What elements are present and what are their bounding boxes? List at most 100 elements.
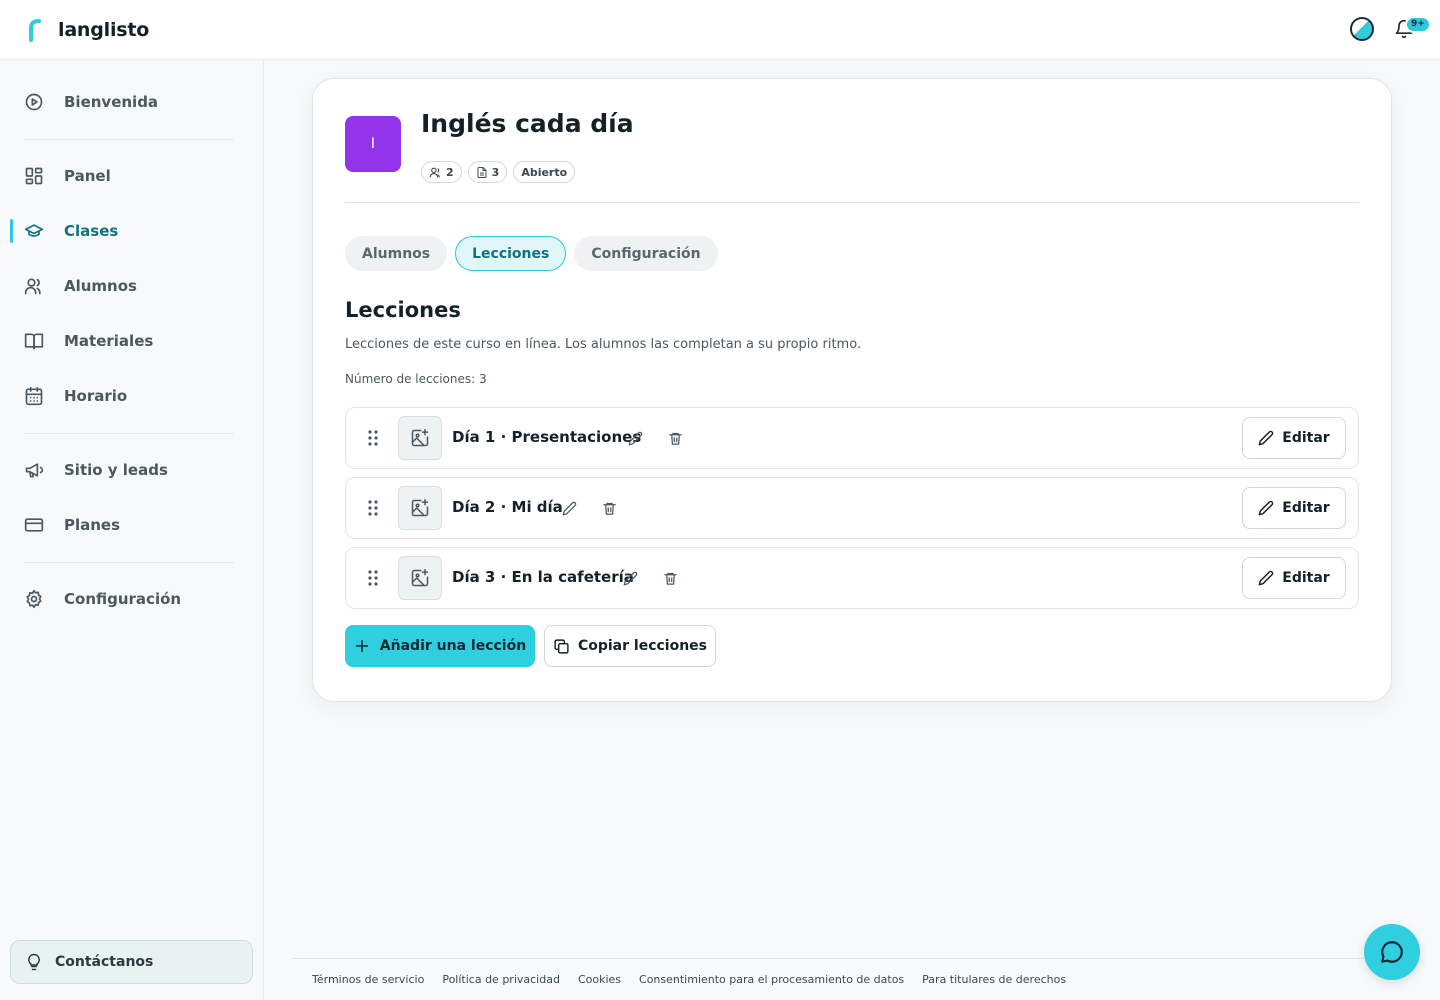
brand-name: langlisto [58, 18, 150, 41]
lesson-image-placeholder[interactable] [398, 556, 442, 600]
edit-lesson-button[interactable]: Editar [1242, 557, 1346, 599]
students-count: 2 [446, 165, 454, 179]
play-circle-icon [24, 92, 44, 112]
image-add-icon [411, 498, 429, 517]
status-badge: Abierto [513, 161, 576, 183]
megaphone-icon [24, 460, 44, 480]
trash-icon[interactable] [661, 569, 679, 587]
user-avatar[interactable] [1350, 17, 1374, 41]
pencil-icon[interactable] [560, 499, 578, 517]
lesson-image-placeholder[interactable] [398, 486, 442, 530]
copy-icon [554, 638, 569, 654]
edit-label: Editar [1282, 500, 1330, 516]
sidebar-item-label: Bienvenida [64, 93, 159, 111]
lessons-count-chip: 3 [467, 161, 508, 183]
lesson-count: Número de lecciones: 3 [345, 372, 487, 386]
users-icon [429, 167, 440, 177]
sidebar-divider [24, 139, 234, 140]
edit-lesson-button[interactable]: Editar [1242, 417, 1346, 459]
sidebar-item-configuracion[interactable]: Configuración [0, 579, 263, 619]
footer-link-privacy[interactable]: Política de privacidad [442, 973, 560, 986]
credit-card-icon [24, 515, 44, 535]
sidebar-divider [24, 433, 234, 434]
pencil-icon[interactable] [626, 429, 644, 447]
sidebar-item-label: Planes [64, 516, 121, 534]
users-icon [24, 276, 44, 296]
class-stats: 2 3 Abierto [421, 161, 576, 183]
sidebar-item-bienvenida[interactable]: Bienvenida [0, 82, 263, 122]
section-title: Lecciones [345, 298, 461, 322]
sidebar-item-label: Horario [64, 387, 128, 405]
footer-link-data-consent[interactable]: Consentimiento para el procesamiento de … [639, 973, 904, 986]
sidebar-item-panel[interactable]: Panel [0, 156, 263, 196]
add-lesson-label: Añadir una lección [379, 638, 527, 654]
class-tabs: Alumnos Lecciones Configuración [345, 236, 718, 271]
document-icon [477, 166, 487, 178]
footer-link-rights-holders[interactable]: Para titulares de derechos [922, 973, 1066, 986]
lessons-count: 3 [491, 165, 500, 179]
lesson-name: Día 1 · Presentaciones [452, 428, 642, 446]
sidebar-item-label: Panel [64, 167, 111, 185]
graduation-cap-icon [24, 221, 44, 241]
add-lesson-button[interactable]: Añadir una lección [345, 625, 535, 667]
trash-icon[interactable] [666, 429, 684, 447]
section-description: Lecciones de este curso en línea. Los al… [345, 337, 862, 352]
pencil-icon[interactable] [621, 569, 639, 587]
lesson-name: Día 3 · En la cafetería [452, 568, 634, 586]
edit-label: Editar [1282, 570, 1330, 586]
sidebar-divider [24, 562, 234, 563]
sidebar-item-planes[interactable]: Planes [0, 505, 263, 545]
sidebar-item-label: Materiales [64, 332, 154, 350]
tab-alumnos[interactable]: Alumnos [345, 236, 448, 271]
sidebar-item-horario[interactable]: Horario [0, 376, 263, 416]
tab-configuracion[interactable]: Configuración [574, 236, 718, 271]
sidebar: Bienvenida Panel Clases Alumnos Material… [0, 60, 264, 1000]
brand[interactable]: langlisto [24, 17, 149, 43]
sidebar-item-materiales[interactable]: Materiales [0, 321, 263, 361]
chat-bubble-icon [1381, 941, 1403, 963]
notifications-button[interactable]: 9+ [1392, 14, 1431, 44]
sidebar-item-label: Clases [64, 222, 119, 240]
edit-lesson-button[interactable]: Editar [1242, 487, 1346, 529]
drag-handle-icon[interactable] [366, 569, 380, 587]
drag-handle-icon[interactable] [366, 429, 380, 447]
footer-link-cookies[interactable]: Cookies [578, 973, 621, 986]
pencil-icon [1258, 430, 1274, 446]
sidebar-item-clases[interactable]: Clases [0, 211, 263, 251]
students-count-chip: 2 [421, 161, 462, 183]
dashboard-icon [24, 166, 44, 186]
top-bar: langlisto 9+ [0, 0, 1440, 60]
sidebar-item-label: Alumnos [64, 277, 137, 295]
sidebar-item-alumnos[interactable]: Alumnos [0, 266, 263, 306]
class-avatar: I [345, 116, 401, 172]
gear-icon [24, 589, 44, 609]
contact-button[interactable]: Contáctanos [10, 940, 253, 984]
sidebar-item-label: Sitio y leads [64, 461, 168, 479]
footer: Términos de servicio Política de privaci… [292, 958, 1392, 1000]
header-divider [345, 202, 1359, 203]
class-card: I Inglés cada día 2 3 Abierto Alumnos Le… [312, 78, 1392, 702]
trash-icon[interactable] [600, 499, 618, 517]
tab-lecciones[interactable]: Lecciones [455, 236, 567, 271]
lesson-row: Día 1 · Presentaciones Editar [345, 407, 1359, 469]
lesson-image-placeholder[interactable] [398, 416, 442, 460]
lightbulb-icon [28, 953, 40, 971]
footer-link-terms[interactable]: Términos de servicio [312, 973, 424, 986]
sidebar-item-label: Configuración [64, 590, 182, 608]
image-add-icon [411, 428, 429, 447]
contact-label: Contáctanos [55, 954, 154, 970]
brand-logo-icon [24, 17, 46, 43]
copy-lessons-label: Copiar lecciones [577, 638, 708, 654]
edit-label: Editar [1282, 430, 1330, 446]
copy-lessons-button[interactable]: Copiar lecciones [544, 625, 716, 667]
notifications-badge: 9+ [1405, 16, 1431, 33]
drag-handle-icon[interactable] [366, 499, 380, 517]
chat-button[interactable] [1364, 924, 1420, 980]
image-add-icon [411, 568, 429, 587]
status-label: Abierto [521, 165, 568, 179]
lesson-name: Día 2 · Mi día [452, 498, 563, 516]
sidebar-item-sitio[interactable]: Sitio y leads [0, 450, 263, 490]
lesson-row: Día 2 · Mi día Editar [345, 477, 1359, 539]
lesson-row: Día 3 · En la cafetería Editar [345, 547, 1359, 609]
page-title: Inglés cada día [421, 109, 634, 138]
